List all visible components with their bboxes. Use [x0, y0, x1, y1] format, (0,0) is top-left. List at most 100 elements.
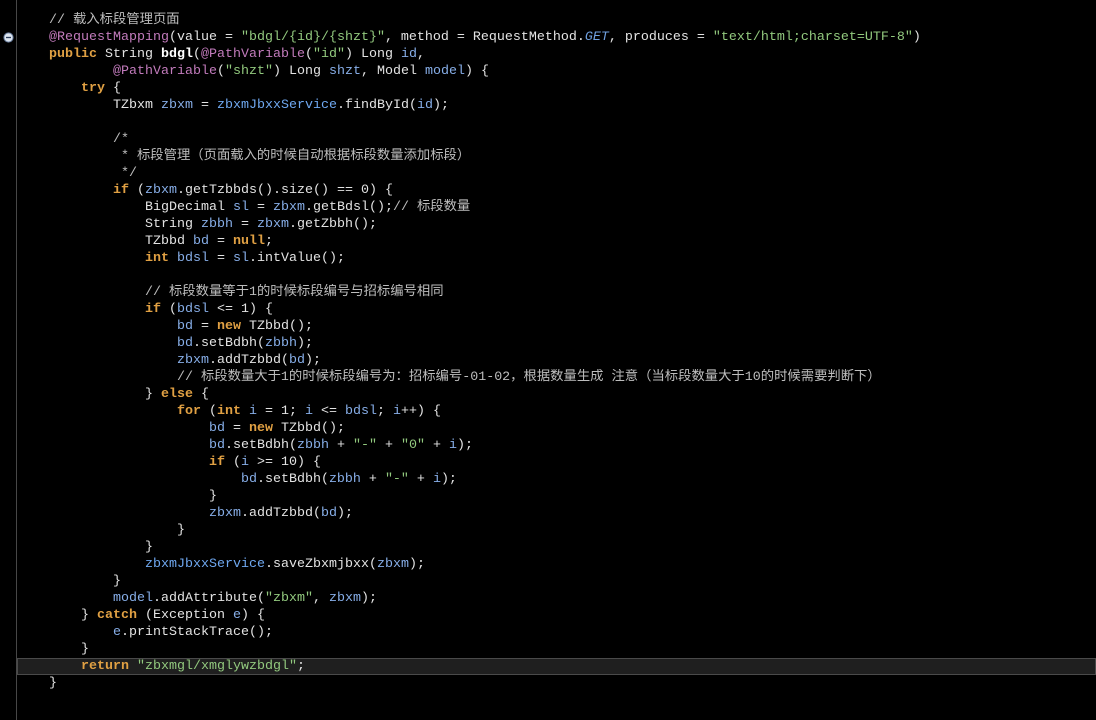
code-line[interactable]: @RequestMapping(value = "bdgl/{id}/{shzt… — [17, 29, 1096, 46]
variable: id — [400, 47, 417, 62]
code-text: ( — [304, 47, 313, 62]
gutter-row[interactable] — [0, 505, 16, 522]
gutter-row[interactable] — [0, 301, 16, 318]
gutter-row[interactable] — [0, 522, 16, 539]
gutter-row[interactable] — [0, 267, 16, 284]
gutter-row[interactable] — [0, 386, 16, 403]
code-line[interactable]: bd.setBdbh(zbbh + "-" + "0" + i); — [17, 437, 1096, 454]
code-line[interactable]: if (zbxm.getTzbbds().size() == 0) { — [17, 182, 1096, 199]
gutter-row[interactable] — [0, 63, 16, 80]
code-text: ) Long — [272, 64, 329, 79]
gutter-row[interactable] — [0, 148, 16, 165]
gutter-row[interactable] — [0, 46, 16, 63]
variable: i — [240, 455, 249, 470]
code-line[interactable]: /* — [17, 131, 1096, 148]
code-text: ); — [296, 336, 313, 351]
code-line[interactable]: * 标段管理（页面载入的时候自动根据标段数量添加标段） — [17, 148, 1096, 165]
gutter-row[interactable] — [0, 403, 16, 420]
code-line[interactable]: public String bdgl(@PathVariable("id") L… — [17, 46, 1096, 63]
code-text: , — [312, 591, 329, 606]
code-line[interactable]: try { — [17, 80, 1096, 97]
code-line[interactable]: zbxm.addTzbbd(bd); — [17, 505, 1096, 522]
code-line[interactable] — [17, 114, 1096, 131]
current-line[interactable]: return "zbxmgl/xmglywzbdgl"; — [17, 658, 1096, 675]
code-line[interactable]: zbxm.addTzbbd(bd); — [17, 352, 1096, 369]
code-line[interactable]: zbxmJbxxService.saveZbxmjbxx(zbxm); — [17, 556, 1096, 573]
gutter-row[interactable] — [0, 80, 16, 97]
gutter-row[interactable] — [0, 114, 16, 131]
keyword: if — [112, 183, 129, 198]
code-line[interactable]: for (int i = 1; i <= bdsl; i++) { — [17, 403, 1096, 420]
gutter-row[interactable] — [0, 318, 16, 335]
variable: e — [112, 625, 121, 640]
gutter-row[interactable] — [0, 233, 16, 250]
code-line[interactable]: } catch (Exception e) { — [17, 607, 1096, 624]
code-line[interactable]: model.addAttribute("zbxm", zbxm); — [17, 590, 1096, 607]
code-line[interactable]: String zbbh = zbxm.getZbbh(); — [17, 216, 1096, 233]
code-line[interactable]: } — [17, 573, 1096, 590]
code-line[interactable]: } else { — [17, 386, 1096, 403]
code-line[interactable]: } — [17, 488, 1096, 505]
gutter-row[interactable] — [0, 369, 16, 386]
gutter-row[interactable] — [0, 454, 16, 471]
code-line[interactable]: } — [17, 522, 1096, 539]
code-line[interactable]: TZbxm zbxm = zbxmJbxxService.findById(id… — [17, 97, 1096, 114]
code-line[interactable]: } — [17, 539, 1096, 556]
variable: i — [248, 404, 257, 419]
code-line[interactable]: // 标段数量等于1的时候标段编号与招标编号相同 — [17, 284, 1096, 301]
code-line[interactable]: BigDecimal sl = zbxm.getBdsl();// 标段数量 — [17, 199, 1096, 216]
gutter-row[interactable] — [0, 182, 16, 199]
code-line[interactable]: bd = new TZbbd(); — [17, 318, 1096, 335]
gutter-row[interactable] — [0, 624, 16, 641]
code-line[interactable]: @PathVariable("shzt") Long shzt, Model m… — [17, 63, 1096, 80]
gutter-row[interactable] — [0, 250, 16, 267]
gutter-row[interactable] — [0, 165, 16, 182]
code-text: .getZbbh(); — [288, 217, 377, 232]
code-line[interactable]: } — [17, 641, 1096, 658]
code-line[interactable]: if (bdsl <= 1) { — [17, 301, 1096, 318]
gutter-row[interactable] — [0, 284, 16, 301]
gutter-row[interactable] — [0, 29, 16, 46]
gutter-row[interactable] — [0, 131, 16, 148]
code-text: ; — [376, 404, 393, 419]
gutter-row[interactable] — [0, 573, 16, 590]
gutter-row[interactable] — [0, 488, 16, 505]
gutter-row[interactable] — [0, 97, 16, 114]
variable: zbbh — [200, 217, 233, 232]
gutter-row[interactable] — [0, 216, 16, 233]
code-text-area[interactable]: // 载入标段管理页面 @RequestMapping(value = "bdg… — [17, 0, 1096, 720]
gutter-row[interactable] — [0, 420, 16, 437]
gutter-row[interactable] — [0, 658, 16, 675]
gutter-row[interactable] — [0, 335, 16, 352]
gutter-row[interactable] — [0, 539, 16, 556]
code-line[interactable]: if (i >= 10) { — [17, 454, 1096, 471]
gutter-row[interactable] — [0, 437, 16, 454]
code-line[interactable]: e.printStackTrace(); — [17, 624, 1096, 641]
gutter-row[interactable] — [0, 675, 16, 692]
code-line[interactable]: } — [17, 675, 1096, 692]
gutter-row[interactable] — [0, 641, 16, 658]
code-line[interactable]: // 载入标段管理页面 — [17, 12, 1096, 29]
gutter-row[interactable] — [0, 12, 16, 29]
gutter-row[interactable] — [0, 352, 16, 369]
gutter-row[interactable] — [0, 556, 16, 573]
editor-gutter[interactable] — [0, 0, 17, 720]
code-line[interactable] — [17, 267, 1096, 284]
code-editor[interactable]: // 载入标段管理页面 @RequestMapping(value = "bdg… — [0, 0, 1096, 720]
gutter-row[interactable] — [0, 471, 16, 488]
code-line[interactable]: bd.setBdbh(zbbh); — [17, 335, 1096, 352]
code-line[interactable]: */ — [17, 165, 1096, 182]
gutter-row[interactable] — [0, 590, 16, 607]
gutter-row[interactable] — [0, 607, 16, 624]
code-line[interactable]: // 标段数量大于1的时候标段编号为：招标编号-01-02，根据数量生成 注意（… — [17, 369, 1096, 386]
code-line[interactable]: bd = new TZbbd(); — [17, 420, 1096, 437]
code-line[interactable]: TZbbd bd = null; — [17, 233, 1096, 250]
variable: bd — [208, 438, 225, 453]
code-line[interactable]: int bdsl = sl.intValue(); — [17, 250, 1096, 267]
variable: zbbh — [296, 438, 329, 453]
fold-collapse-icon[interactable] — [3, 32, 14, 43]
comment: */ — [112, 166, 137, 181]
code-line[interactable]: bd.setBdbh(zbbh + "-" + i); — [17, 471, 1096, 488]
gutter-row[interactable] — [0, 199, 16, 216]
